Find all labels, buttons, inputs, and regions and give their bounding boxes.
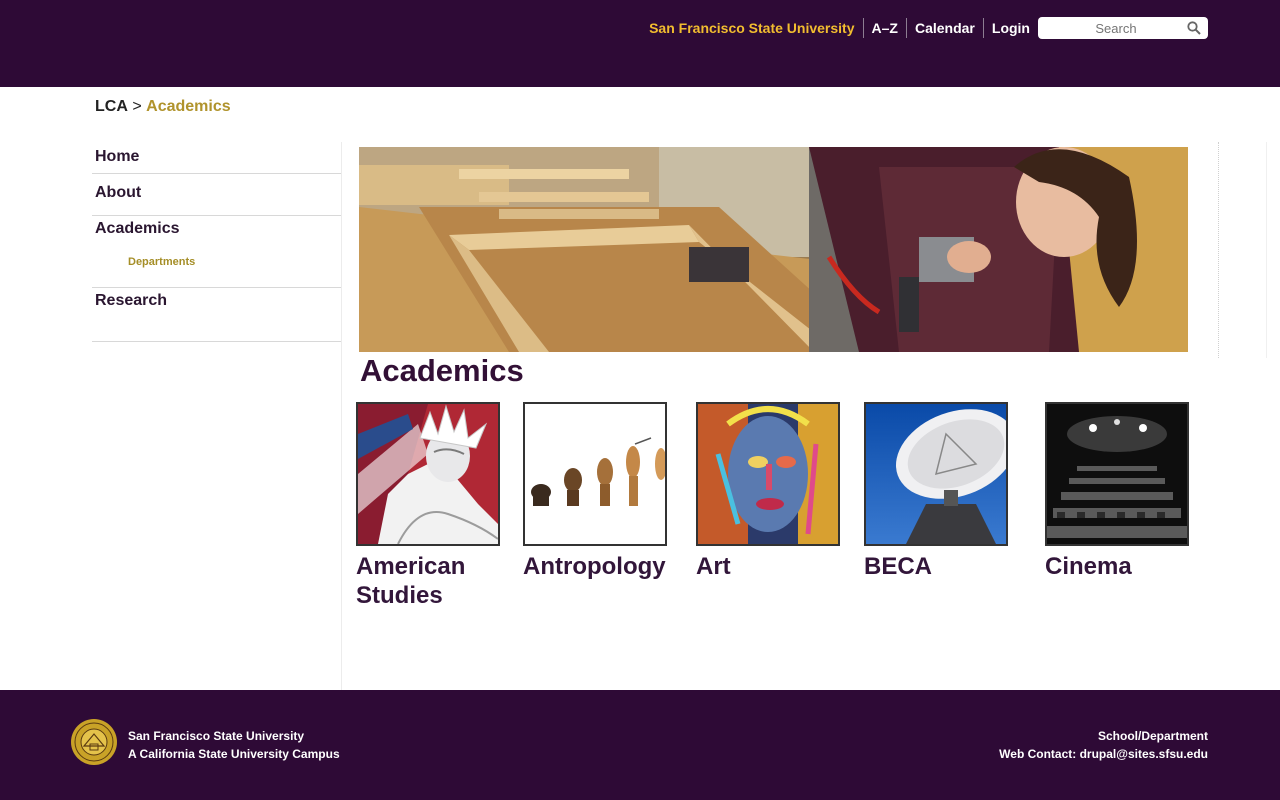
breadcrumb: LCA > Academics xyxy=(95,98,231,116)
human-evolution-image[interactable] xyxy=(523,402,667,546)
content-divider xyxy=(341,142,342,690)
header-links: San Francisco State University A–Z Calen… xyxy=(649,17,1208,39)
footer-contact-info: School/Department Web Contact: drupal@si… xyxy=(999,727,1208,763)
sidebar-item-label: Home xyxy=(95,148,140,165)
footer-university-name: San Francisco State University xyxy=(128,729,305,743)
department-label[interactable]: Art xyxy=(696,552,856,581)
sidebar-item-about[interactable]: About xyxy=(92,174,342,216)
theater-seats-image[interactable] xyxy=(1045,402,1189,546)
search-icon[interactable] xyxy=(1187,21,1201,35)
department-label[interactable]: American Studies xyxy=(356,552,516,610)
university-seal-icon xyxy=(71,719,117,765)
sidebar-item-label: Research xyxy=(95,292,168,309)
hero-image xyxy=(359,147,1188,352)
sidebar-subitem-departments[interactable]: Departments xyxy=(92,256,342,268)
footer-web-contact[interactable]: Web Contact: drupal@sites.sfsu.edu xyxy=(999,745,1208,763)
sidebar-item-home[interactable]: Home xyxy=(92,138,342,174)
search-box xyxy=(1038,17,1208,39)
satellite-dish-image[interactable] xyxy=(864,402,1008,546)
department-label[interactable]: BECA xyxy=(864,552,1024,581)
login-link[interactable]: Login xyxy=(984,17,1038,39)
department-card-antropology[interactable]: Antropology xyxy=(523,402,683,581)
department-card-american-studies[interactable]: American Studies xyxy=(356,402,516,610)
search-input[interactable] xyxy=(1038,17,1186,39)
department-label[interactable]: Antropology xyxy=(523,552,683,581)
footer-campus: A California State University Campus xyxy=(128,747,340,761)
right-divider xyxy=(1266,142,1267,358)
sidebar-item-academics[interactable]: Academics Departments xyxy=(92,216,342,288)
sidebar-item-research[interactable]: Research xyxy=(92,288,342,342)
right-divider xyxy=(1218,142,1219,358)
calendar-link[interactable]: Calendar xyxy=(907,17,983,39)
statue-of-liberty-image[interactable] xyxy=(356,402,500,546)
university-link[interactable]: San Francisco State University xyxy=(649,17,862,39)
department-card-art[interactable]: Art xyxy=(696,402,856,581)
department-label[interactable]: Cinema xyxy=(1045,552,1205,581)
sidebar-nav: Home About Academics Departments Researc… xyxy=(92,138,342,342)
breadcrumb-root[interactable]: LCA xyxy=(95,98,128,115)
page-title: Academics xyxy=(360,353,524,388)
a-z-link[interactable]: A–Z xyxy=(864,17,906,39)
sidebar-item-label: About xyxy=(95,184,142,201)
footer-school-department: School/Department xyxy=(1097,729,1208,743)
site-header: San Francisco State University A–Z Calen… xyxy=(0,0,1280,87)
department-card-cinema[interactable]: Cinema xyxy=(1045,402,1205,581)
breadcrumb-separator: > xyxy=(132,98,142,115)
footer-university-info: San Francisco State University A Califor… xyxy=(128,727,340,763)
breadcrumb-current: Academics xyxy=(146,98,231,115)
sidebar-item-label: Academics xyxy=(95,220,180,237)
colorful-portrait-image[interactable] xyxy=(696,402,840,546)
department-card-beca[interactable]: BECA xyxy=(864,402,1024,581)
